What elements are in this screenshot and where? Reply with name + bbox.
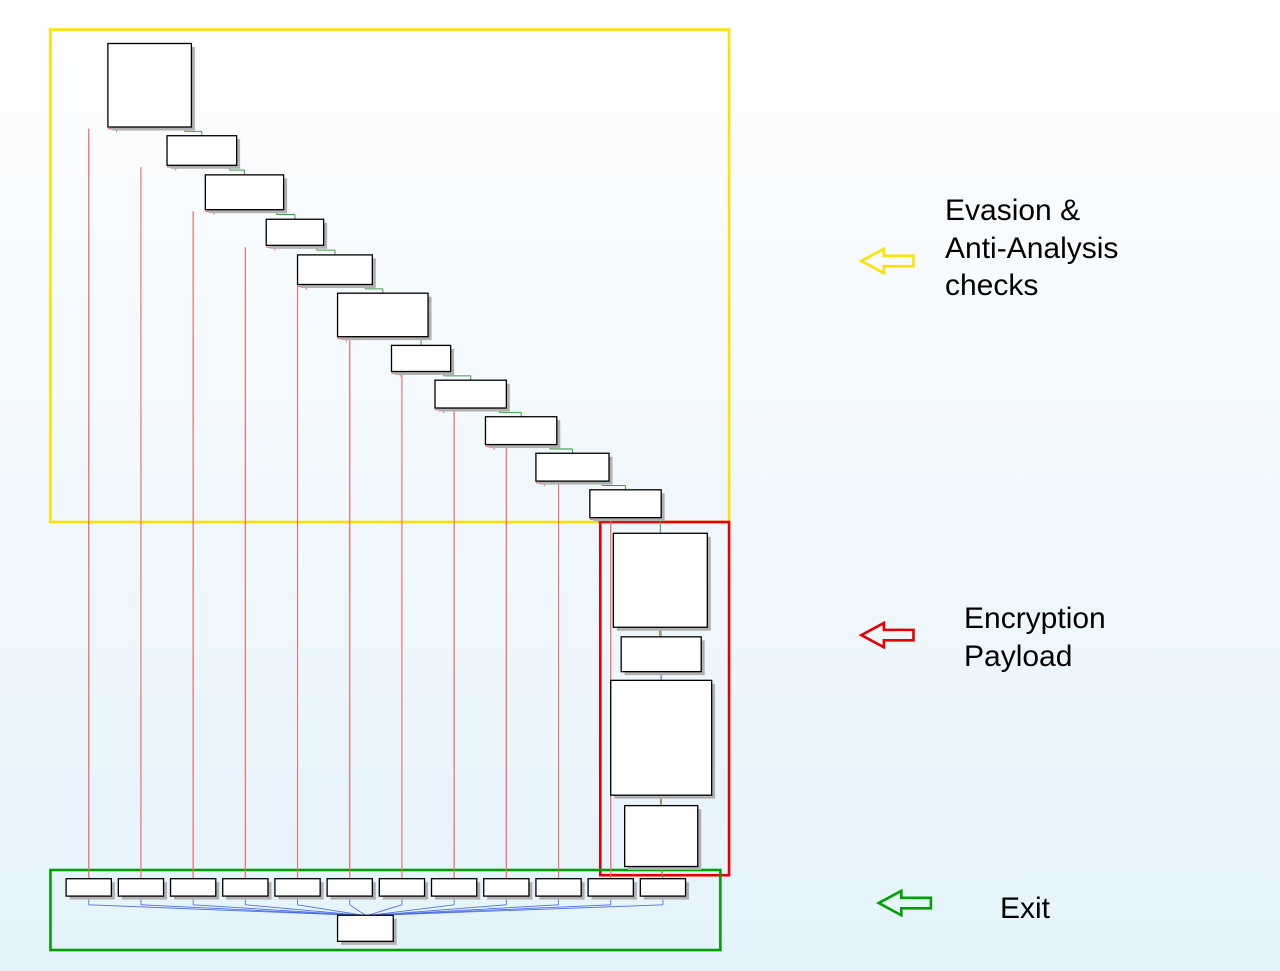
exit-node-5 [327,879,372,896]
exit-node-2 [171,879,216,896]
check-node-1 [167,136,237,166]
label-encryption: Encryption Payload [964,600,1106,675]
label-evasion: Evasion & Anti-Analysis checks [945,192,1118,305]
check-node-7 [435,380,506,408]
check-node-6 [392,345,451,371]
exit-node-10 [588,879,633,896]
arrow-encryption-icon [861,623,913,647]
check-node-2 [205,175,283,210]
exit-node-4 [275,879,320,896]
payload-node-1 [621,637,701,672]
payload-node-0 [613,533,707,627]
exit-node-0 [66,879,111,896]
check-node-5 [338,293,428,337]
check-node-4 [298,255,373,285]
exit-merge-node [338,915,394,941]
check-node-0 [108,44,192,128]
arrow-exit-icon [879,891,931,915]
exit-node-1 [118,879,163,896]
label-exit: Exit [1000,890,1050,928]
flow-diagram [0,0,1280,971]
arrow-evasion-icon [861,249,913,273]
check-node-3 [266,219,323,245]
check-node-8 [485,417,556,445]
check-node-9 [536,453,609,481]
check-node-10 [590,490,661,518]
exit-node-9 [536,879,581,896]
exit-node-7 [432,879,477,896]
diagram-stage: Evasion & Anti-Analysis checks Encryptio… [0,0,1280,971]
payload-node-2 [611,680,712,795]
exit-merge-11 [381,905,663,915]
exit-node-3 [223,879,268,896]
exit-node-6 [379,879,424,896]
payload-node-3 [625,806,698,867]
exit-node-8 [484,879,529,896]
exit-node-11 [640,879,685,896]
exit-merge-1 [141,905,355,915]
